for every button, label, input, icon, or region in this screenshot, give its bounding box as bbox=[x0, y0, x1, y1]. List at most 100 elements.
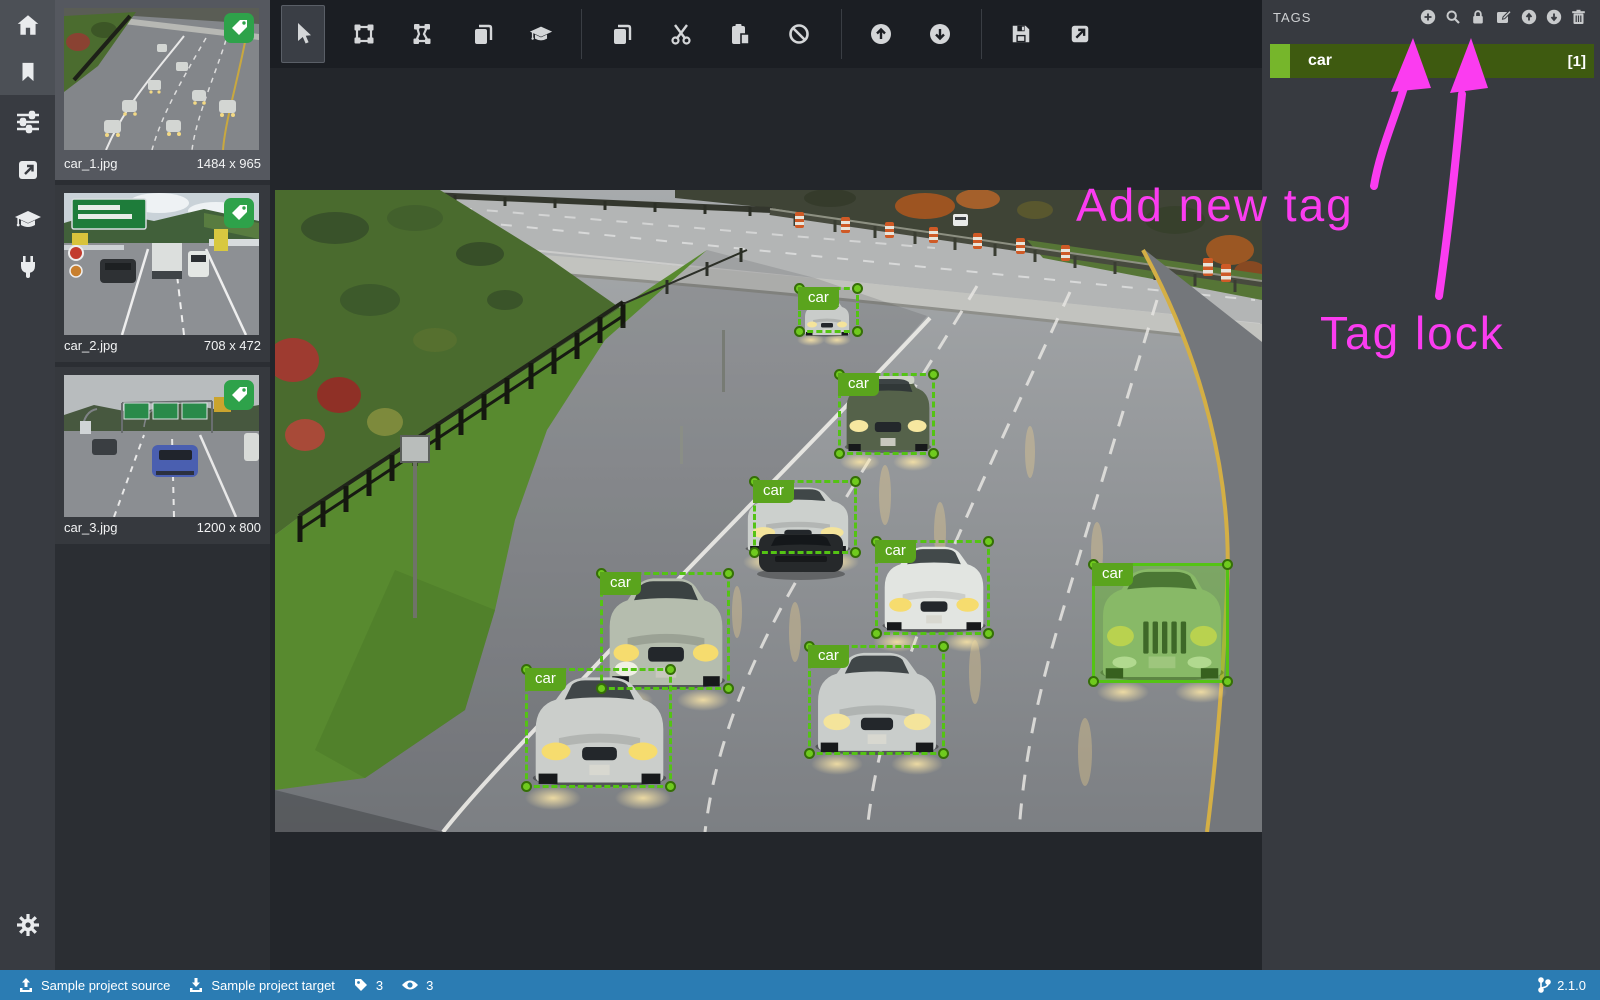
move-tag-up-icon[interactable] bbox=[1521, 9, 1537, 25]
search-tags-icon[interactable] bbox=[1445, 9, 1461, 25]
asset-size: 1200 x 800 bbox=[197, 520, 261, 540]
copy-rectangle-icon bbox=[471, 22, 495, 46]
region-car-5[interactable]: car bbox=[808, 645, 945, 755]
region-handle[interactable] bbox=[852, 326, 863, 337]
nav-tags-editor-button[interactable] bbox=[0, 49, 55, 95]
tool-cut-regions-button[interactable] bbox=[659, 12, 703, 56]
tool-paste-regions-button[interactable] bbox=[718, 12, 762, 56]
tool-previous-asset-button[interactable] bbox=[859, 12, 903, 56]
region-handle[interactable] bbox=[983, 628, 994, 639]
delete-tag-icon[interactable] bbox=[1571, 9, 1586, 25]
annotation-tag-lock: Tag lock bbox=[1320, 306, 1505, 360]
tag-item-car[interactable]: car [1] bbox=[1270, 44, 1594, 78]
nav-plugins-button[interactable] bbox=[0, 245, 55, 291]
region-handle[interactable] bbox=[852, 283, 863, 294]
tag-count: [1] bbox=[1568, 53, 1586, 70]
tool-save-project-button[interactable] bbox=[999, 12, 1043, 56]
scissors-icon bbox=[669, 22, 693, 46]
asset-item-car-1[interactable]: car_1.jpg 1484 x 965 bbox=[55, 0, 270, 180]
nav-settings-button[interactable] bbox=[0, 902, 55, 948]
region-car-4[interactable]: car bbox=[875, 540, 990, 635]
pointer-icon bbox=[291, 21, 315, 47]
editor-toolbar bbox=[270, 0, 1262, 68]
asset-item-car-2[interactable]: car_2.jpg 708 x 472 bbox=[55, 185, 270, 362]
region-tag-chip: car bbox=[808, 645, 849, 668]
tool-export-project-button[interactable] bbox=[1058, 12, 1102, 56]
region-car-0[interactable]: car bbox=[798, 287, 859, 333]
tagged-badge-icon bbox=[224, 198, 254, 228]
region-handle[interactable] bbox=[834, 448, 845, 459]
upload-icon bbox=[18, 977, 34, 993]
asset-item-car-3[interactable]: car_3.jpg 1200 x 800 bbox=[55, 367, 270, 544]
asset-size: 708 x 472 bbox=[204, 338, 261, 358]
region-handle[interactable] bbox=[521, 781, 532, 792]
region-tag-chip: car bbox=[525, 668, 566, 691]
region-handle[interactable] bbox=[850, 547, 861, 558]
visited-count-value: 3 bbox=[426, 978, 433, 993]
region-handle[interactable] bbox=[983, 536, 994, 547]
graduation-cap-icon bbox=[14, 208, 42, 232]
tag-count-item: 3 bbox=[353, 977, 383, 993]
tool-copy-regions-button[interactable] bbox=[600, 12, 644, 56]
region-handle[interactable] bbox=[723, 683, 734, 694]
edit-tag-icon[interactable] bbox=[1495, 9, 1512, 25]
region-car-6[interactable]: car bbox=[525, 668, 672, 788]
tool-draw-rectangle-button[interactable] bbox=[342, 12, 386, 56]
gear-icon bbox=[15, 912, 41, 938]
asset-name: car_3.jpg bbox=[64, 520, 117, 540]
region-handle[interactable] bbox=[1088, 676, 1099, 687]
region-car-2[interactable]: car bbox=[753, 480, 857, 554]
arrow-up-circle-icon bbox=[869, 22, 893, 46]
tool-copy-rectangle-button[interactable] bbox=[461, 12, 505, 56]
region-handle[interactable] bbox=[665, 781, 676, 792]
region-handle[interactable] bbox=[749, 547, 760, 558]
region-tag-chip: car bbox=[753, 480, 794, 503]
tag-name: car bbox=[1308, 52, 1332, 70]
save-icon bbox=[1010, 23, 1032, 45]
add-tag-icon[interactable] bbox=[1420, 9, 1436, 25]
tool-active-learning-button[interactable] bbox=[519, 12, 563, 56]
tool-next-asset-button[interactable] bbox=[918, 12, 962, 56]
nav-export-button[interactable] bbox=[0, 147, 55, 193]
project-source-label: Sample project source bbox=[41, 978, 170, 993]
region-car-7-selected[interactable]: car bbox=[1092, 563, 1229, 683]
tags-panel-title: TAGS bbox=[1273, 10, 1311, 25]
region-handle[interactable] bbox=[928, 448, 939, 459]
left-navbar bbox=[0, 0, 55, 970]
arrow-down-circle-icon bbox=[928, 22, 952, 46]
tool-select-button[interactable] bbox=[281, 5, 325, 63]
ban-icon bbox=[787, 22, 811, 46]
region-handle[interactable] bbox=[723, 568, 734, 579]
region-handle[interactable] bbox=[804, 748, 815, 759]
visited-count-item: 3 bbox=[401, 978, 433, 993]
lock-tag-icon[interactable] bbox=[1470, 9, 1486, 25]
region-handle[interactable] bbox=[928, 369, 939, 380]
eye-icon bbox=[401, 978, 419, 992]
tags-panel-header: TAGS bbox=[1262, 0, 1600, 38]
region-handle[interactable] bbox=[850, 476, 861, 487]
rectangle-tool-icon bbox=[352, 22, 376, 46]
nav-active-learning-button[interactable] bbox=[0, 197, 55, 243]
toolbar-separator bbox=[841, 9, 842, 59]
region-handle[interactable] bbox=[1222, 676, 1233, 687]
region-tag-chip: car bbox=[838, 373, 879, 396]
tool-draw-polygon-button[interactable] bbox=[400, 12, 444, 56]
move-tag-down-icon[interactable] bbox=[1546, 9, 1562, 25]
nav-adjustments-button[interactable] bbox=[0, 99, 55, 145]
region-handle[interactable] bbox=[938, 641, 949, 652]
region-car-1[interactable]: car bbox=[838, 373, 935, 455]
region-handle[interactable] bbox=[1222, 559, 1233, 570]
project-target-item[interactable]: Sample project target bbox=[188, 977, 335, 993]
tag-count-value: 3 bbox=[376, 978, 383, 993]
tagged-badge-icon bbox=[224, 13, 254, 43]
region-handle[interactable] bbox=[665, 664, 676, 675]
plug-icon bbox=[17, 255, 39, 281]
region-handle[interactable] bbox=[871, 628, 882, 639]
tool-remove-all-regions-button[interactable] bbox=[777, 12, 821, 56]
asset-thumbnail-2 bbox=[64, 193, 259, 335]
project-source-item[interactable]: Sample project source bbox=[18, 977, 170, 993]
asset-image-stage[interactable]: car car car car car car bbox=[275, 190, 1262, 832]
region-handle[interactable] bbox=[794, 326, 805, 337]
region-handle[interactable] bbox=[938, 748, 949, 759]
nav-home-button[interactable] bbox=[0, 2, 55, 48]
